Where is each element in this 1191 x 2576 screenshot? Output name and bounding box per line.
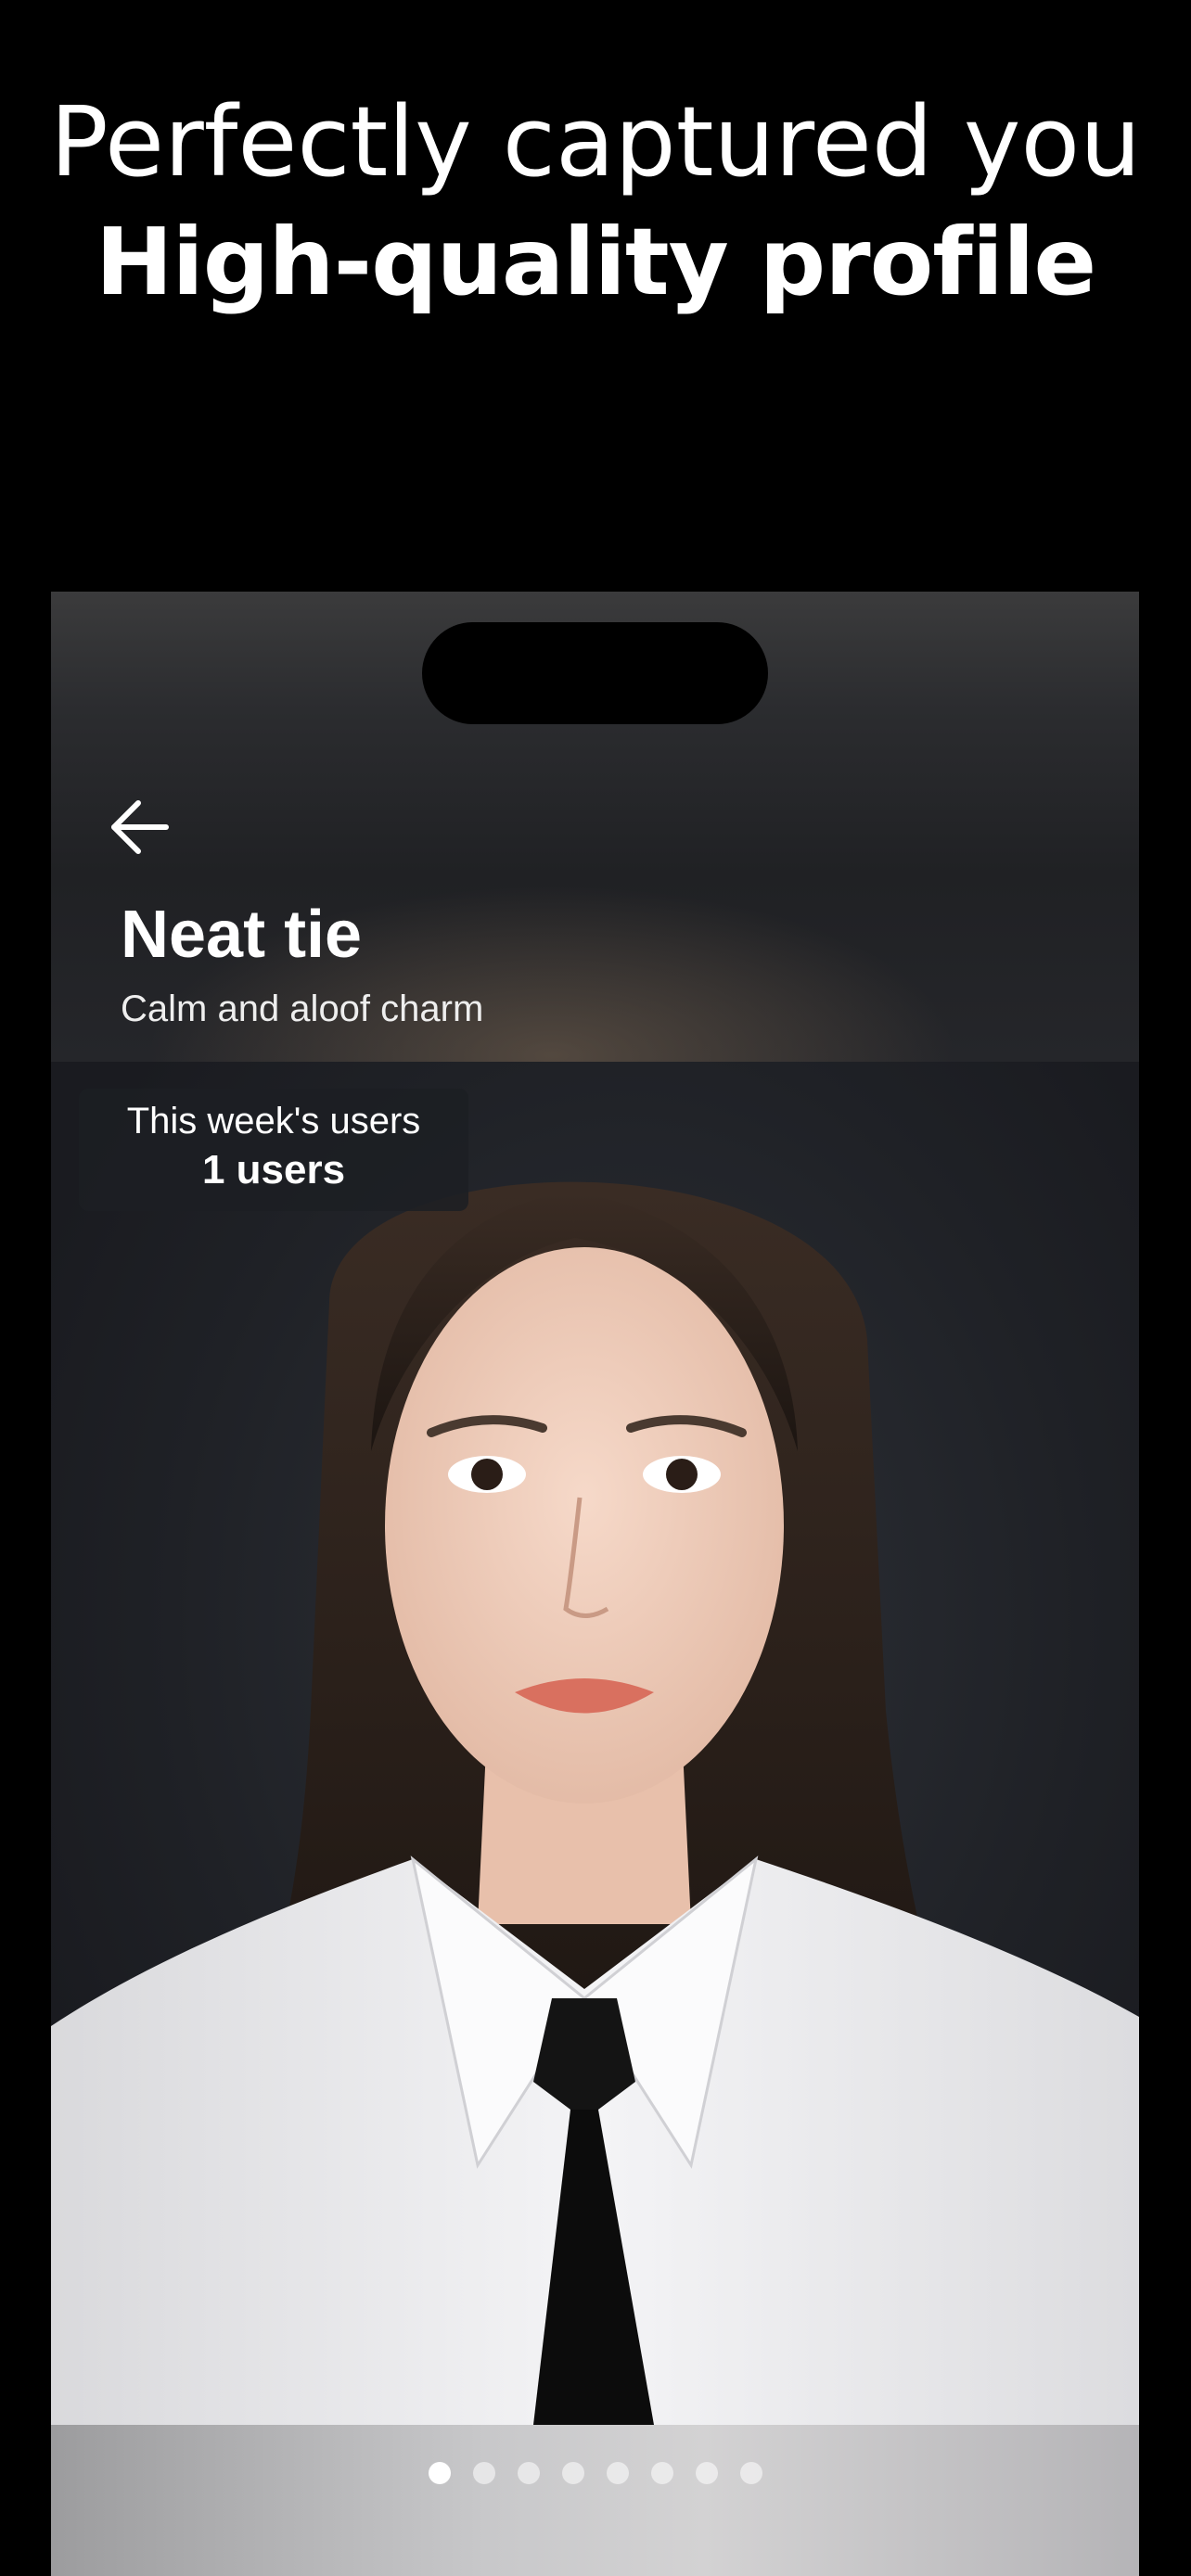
carousel-dot[interactable]: [472, 2462, 495, 2484]
back-button[interactable]: [101, 790, 175, 864]
dynamic-island: [422, 622, 768, 724]
screen-header: Neat tie Calm and aloof charm: [51, 592, 1139, 1062]
carousel-dot[interactable]: [739, 2462, 762, 2484]
style-title: Neat tie: [121, 898, 363, 972]
weekly-users-badge: This week's users 1 users: [79, 1089, 468, 1211]
portrait-illustration: [51, 1181, 1139, 2425]
carousel-dot[interactable]: [428, 2462, 451, 2484]
promo-headline: Perfectly captured you High-quality prof…: [0, 82, 1191, 323]
carousel-dot[interactable]: [695, 2462, 718, 2484]
phone-mockup: Neat tie Calm and aloof charm This week'…: [51, 592, 1139, 2576]
carousel-dot[interactable]: [517, 2462, 540, 2484]
carousel-dots: [51, 2462, 1139, 2484]
carousel-dot[interactable]: [606, 2462, 629, 2484]
weekly-users-label: This week's users: [126, 1101, 421, 1141]
headline-line-1: Perfectly captured you: [49, 85, 1142, 198]
arrow-left-icon: [111, 800, 169, 854]
carousel-dot[interactable]: [650, 2462, 673, 2484]
weekly-users-value: 1 users: [201, 1147, 346, 1192]
style-subtitle: Calm and aloof charm: [121, 988, 484, 1029]
carousel-footer: [51, 2425, 1139, 2576]
carousel-dot[interactable]: [561, 2462, 584, 2484]
profile-photo: This week's users 1 users: [51, 1062, 1139, 2425]
headline-line-2: High-quality profile: [95, 208, 1096, 316]
